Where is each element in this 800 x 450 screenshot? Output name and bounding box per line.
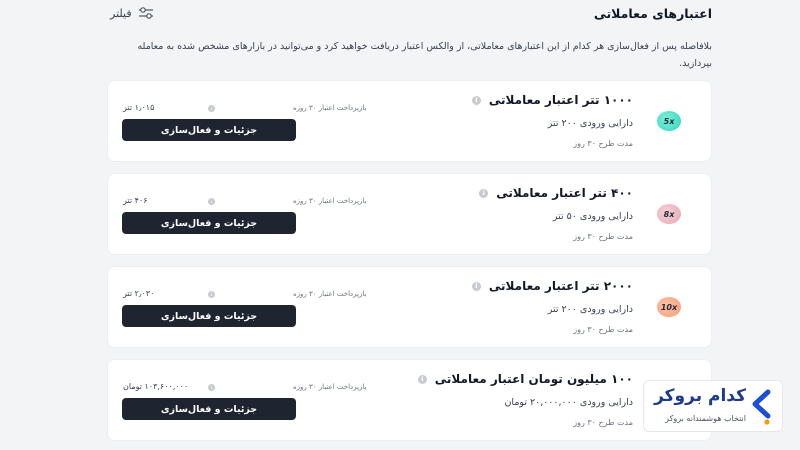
filter-label: فیلتر [110,6,132,20]
page-header: اعتبارهای معاملاتی فیلتر [0,0,800,30]
plan-period: مدت طرح ۳۰ روز [573,325,633,334]
plan-period: مدت طرح ۳۰ روز [573,232,633,241]
entry-asset: دارایی ورودی ۲۰,۰۰۰,۰۰۰ تومان [504,397,633,408]
sliders-icon [138,7,153,19]
payback-label: بازپرداخت اعتبار ۳۰ روزه [293,104,367,112]
credit-card: 5x ۱۰۰۰ تتر اعتبار معاملاتی i دارایی ورو… [107,80,712,162]
page-title: اعتبارهای معاملاتی [593,6,712,21]
chevron-logo-icon [752,389,771,425]
card-title: ۲۰۰۰ تتر اعتبار معاملاتی i [471,279,633,293]
details-activate-button[interactable]: جزئیات و فعال‌سازی [122,398,296,420]
payback-amount: ۱٫۰۱۵ تتر [123,103,155,112]
entry-asset: دارایی ورودی ۵۰ تتر [552,211,633,222]
credit-card: 10x ۲۰۰۰ تتر اعتبار معاملاتی i دارایی ور… [107,266,712,348]
card-title-text: ۴۰۰ تتر اعتبار معاملاتی [496,186,633,200]
info-icon[interactable]: i [471,281,481,291]
leverage-badge: 5x [657,111,681,131]
payback-label: بازپرداخت اعتبار ۳۰ روزه [293,197,367,205]
details-activate-button[interactable]: جزئیات و فعال‌سازی [122,212,296,234]
info-icon[interactable]: i [479,188,489,198]
info-icon[interactable]: i [208,291,215,298]
payback-amount: ۴۰۶ تتر [123,196,148,205]
leverage-badge: 8x [657,204,681,224]
entry-asset: دارایی ورودی ۲۰۰ تتر [547,118,633,129]
info-icon[interactable]: i [471,95,481,105]
payback-label: بازپرداخت اعتبار ۳۰ روزه [293,290,367,298]
credit-card: 8x ۴۰۰ تتر اعتبار معاملاتی i دارایی ورود… [107,173,712,255]
payback-amount: ۲٫۰۳۰ تتر [123,289,155,298]
info-icon[interactable]: i [208,384,215,391]
payback-amount: ۱۰۳,۶۰۰,۰۰۰ تومان [123,382,189,391]
plan-period: مدت طرح ۳۰ روز [573,418,633,427]
brand-name: کدام بروکر [654,386,746,406]
brand-tagline: انتخاب هوشمندانه بروکر [665,414,746,423]
info-icon[interactable]: i [417,374,427,384]
info-icon[interactable]: i [208,105,215,112]
filter-button[interactable]: فیلتر [110,6,154,20]
card-title-text: ۲۰۰۰ تتر اعتبار معاملاتی [488,279,633,293]
details-activate-button[interactable]: جزئیات و فعال‌سازی [122,305,296,327]
credit-card: ۱۰۰ میلیون تومان اعتبار معاملاتی i دارای… [107,359,712,441]
card-title-text: ۱۰۰۰ تتر اعتبار معاملاتی [488,93,633,107]
card-title: ۱۰۰۰ تتر اعتبار معاملاتی i [471,93,633,107]
brand-watermark: کدام بروکر انتخاب هوشمندانه بروکر [643,380,783,432]
card-title: ۱۰۰ میلیون تومان اعتبار معاملاتی i [417,372,633,386]
leverage-badge: 10x [657,297,681,317]
card-title: ۴۰۰ تتر اعتبار معاملاتی i [479,186,633,200]
info-icon[interactable]: i [208,198,215,205]
intro-text: بلافاصله پس از فعال‌سازی هر کدام از این … [137,41,712,69]
details-activate-button[interactable]: جزئیات و فعال‌سازی [122,119,296,141]
entry-asset: دارایی ورودی ۲۰۰ تتر [547,304,633,315]
payback-label: بازپرداخت اعتبار ۳۰ روزه [293,383,367,391]
plan-period: مدت طرح ۳۰ روز [573,139,633,148]
card-title-text: ۱۰۰ میلیون تومان اعتبار معاملاتی [434,372,633,386]
